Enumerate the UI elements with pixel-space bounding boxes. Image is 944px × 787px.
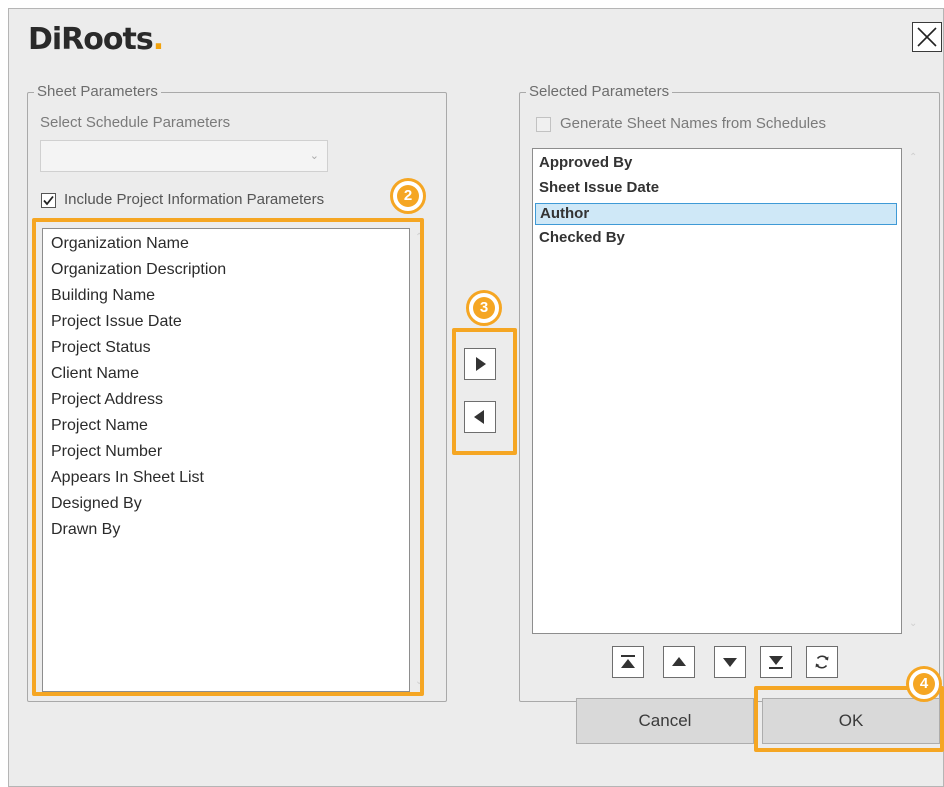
- selected-list-item[interactable]: Approved By: [539, 153, 632, 173]
- schedule-parameters-label: Select Schedule Parameters: [40, 114, 231, 131]
- move-down-button[interactable]: [714, 646, 746, 678]
- add-parameter-button[interactable]: [464, 348, 496, 380]
- move-to-bottom-icon: [769, 656, 783, 669]
- selected-list-item[interactable]: Author: [535, 203, 897, 225]
- scroll-up-icon[interactable]: ⌃: [909, 152, 917, 163]
- diroots-logo: DiRoots.: [28, 22, 164, 57]
- move-up-icon: [672, 657, 686, 666]
- step-badge-3: 3: [466, 290, 502, 326]
- generate-sheet-names-checkbox[interactable]: [536, 117, 551, 132]
- move-to-top-icon: [621, 655, 635, 668]
- selected-parameters-list[interactable]: Approved By Sheet Issue Date Author Checked…: [532, 148, 902, 634]
- include-project-info-label: Include Project Information Parameters: [64, 191, 325, 208]
- remove-parameter-button[interactable]: [464, 401, 496, 433]
- scroll-down-icon[interactable]: ⌄: [909, 618, 917, 629]
- highlight-parameters-list: [32, 218, 424, 696]
- arrow-right-icon: [476, 357, 486, 371]
- refresh-icon: [815, 655, 829, 669]
- sheet-parameters-title: Sheet Parameters: [34, 83, 161, 101]
- move-down-icon: [723, 658, 737, 667]
- move-to-bottom-button[interactable]: [760, 646, 792, 678]
- generate-sheet-names-label: Generate Sheet Names from Schedules: [560, 115, 826, 132]
- step-badge-4: 4: [906, 666, 942, 702]
- arrow-left-icon: [474, 410, 484, 424]
- selected-list-item[interactable]: Checked By: [539, 228, 625, 248]
- selected-list-item[interactable]: Sheet Issue Date: [539, 178, 659, 198]
- move-to-top-button[interactable]: [612, 646, 644, 678]
- include-project-info-checkbox[interactable]: [41, 193, 56, 208]
- close-button[interactable]: [912, 22, 942, 52]
- chevron-down-icon: ⌄: [309, 150, 319, 162]
- schedule-parameters-dropdown[interactable]: ⌄: [40, 140, 328, 172]
- selected-parameters-title: Selected Parameters: [526, 83, 673, 101]
- step-badge-2: 2: [390, 178, 426, 214]
- cancel-button[interactable]: Cancel: [576, 698, 754, 744]
- refresh-button[interactable]: [806, 646, 838, 678]
- move-up-button[interactable]: [663, 646, 695, 678]
- close-icon: [917, 27, 937, 47]
- checkmark-icon: [43, 195, 54, 206]
